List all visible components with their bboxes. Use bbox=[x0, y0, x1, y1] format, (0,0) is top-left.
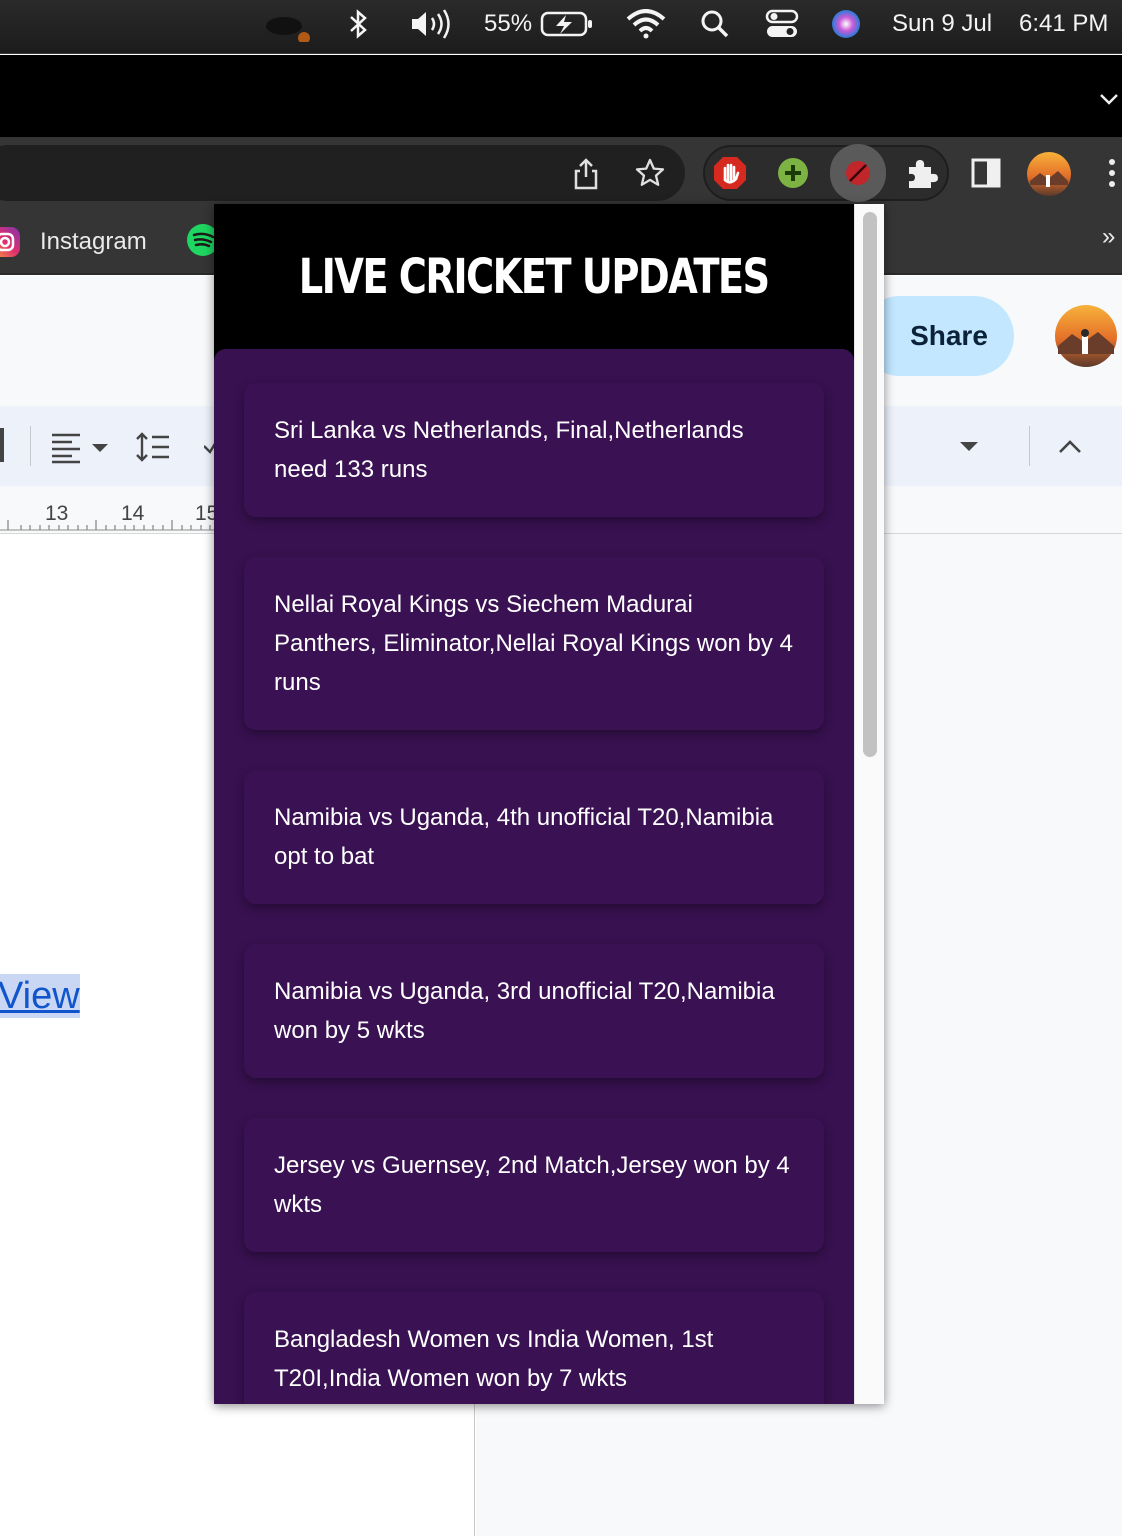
share-page-icon[interactable] bbox=[570, 157, 602, 191]
dropdown-arrow-icon[interactable] bbox=[958, 440, 980, 459]
siri-icon[interactable] bbox=[830, 0, 862, 48]
popup-scrollbar[interactable] bbox=[854, 204, 884, 1404]
cloud-status-icon[interactable] bbox=[262, 0, 314, 48]
document-link[interactable]: View bbox=[0, 974, 80, 1018]
add-extension-icon[interactable] bbox=[776, 156, 810, 190]
control-center-icon[interactable] bbox=[764, 0, 800, 48]
align-left-icon[interactable] bbox=[50, 432, 112, 469]
update-text: Namibia vs Uganda, 3rd unofficial T20,Na… bbox=[274, 978, 775, 1044]
update-text: Nellai Royal Kings vs Siechem Madurai Pa… bbox=[274, 591, 793, 696]
popup-header: LIVE CRICKET UPDATES bbox=[214, 204, 854, 349]
menubar-time[interactable]: 6:41 PM bbox=[1019, 0, 1108, 48]
side-panel-icon[interactable] bbox=[970, 157, 1002, 189]
extensions-puzzle-icon[interactable] bbox=[904, 156, 938, 190]
toolbar-edge-icon bbox=[0, 428, 4, 462]
update-text: Sri Lanka vs Netherlands, Final,Netherla… bbox=[274, 417, 744, 483]
bookmark-instagram[interactable]: Instagram bbox=[0, 225, 147, 259]
adblock-extension-icon[interactable] bbox=[712, 155, 748, 191]
instagram-icon bbox=[0, 227, 20, 257]
bookmark-instagram-label: Instagram bbox=[40, 228, 147, 255]
popup-title: LIVE CRICKET UPDATES bbox=[299, 248, 770, 305]
bluetooth-icon[interactable] bbox=[346, 0, 372, 48]
bookmarks-overflow[interactable]: » bbox=[1102, 223, 1115, 251]
browser-tab-strip bbox=[0, 55, 1122, 137]
wifi-icon[interactable] bbox=[626, 0, 666, 48]
update-card: Sri Lanka vs Netherlands, Final,Netherla… bbox=[244, 383, 824, 517]
updates-feed[interactable]: Sri Lanka vs Netherlands, Final,Netherla… bbox=[214, 349, 854, 1404]
browser-toolbar bbox=[0, 137, 1122, 209]
ruler-mark-14: 14 bbox=[121, 502, 145, 525]
share-button-label: Share bbox=[910, 320, 988, 351]
macos-menu-bar: 55% Sun 9 Jul 6:41 PM bbox=[0, 0, 1122, 54]
update-card: Namibia vs Uganda, 3rd unofficial T20,Na… bbox=[244, 944, 824, 1078]
battery-charging-icon[interactable] bbox=[540, 0, 594, 48]
tab-search-chevron-icon[interactable] bbox=[1098, 91, 1120, 112]
collapse-menus-icon[interactable] bbox=[1056, 436, 1084, 461]
browser-menu-kebab-icon[interactable] bbox=[1100, 155, 1122, 191]
ruler-ticks bbox=[0, 520, 214, 531]
spotlight-search-icon[interactable] bbox=[700, 0, 730, 48]
battery-percent: 55% bbox=[484, 10, 533, 37]
cricket-updates-popup: LIVE CRICKET UPDATES Sri Lanka vs Nether… bbox=[214, 204, 884, 1404]
cricket-extension-button[interactable] bbox=[830, 144, 886, 202]
update-text: Namibia vs Uganda, 4th unofficial T20,Na… bbox=[274, 804, 774, 870]
update-card: Nellai Royal Kings vs Siechem Madurai Pa… bbox=[244, 557, 824, 730]
cricket-ball-icon bbox=[846, 161, 870, 185]
popup-scrollbar-thumb[interactable] bbox=[863, 212, 877, 757]
toolbar-divider bbox=[1029, 426, 1030, 466]
toolbar-divider bbox=[30, 426, 31, 466]
update-card: Namibia vs Uganda, 4th unofficial T20,Na… bbox=[244, 770, 824, 904]
ruler-mark-13: 13 bbox=[45, 502, 69, 525]
docs-account-avatar[interactable] bbox=[1054, 304, 1118, 373]
bookmark-star-icon[interactable] bbox=[634, 157, 666, 189]
line-spacing-icon[interactable] bbox=[135, 430, 171, 469]
update-text: Bangladesh Women vs India Women, 1st T20… bbox=[274, 1326, 714, 1392]
menubar-date[interactable]: Sun 9 Jul bbox=[892, 0, 992, 48]
updates-list: Sri Lanka vs Netherlands, Final,Netherla… bbox=[214, 349, 854, 1404]
volume-icon[interactable] bbox=[408, 0, 454, 48]
update-card: Bangladesh Women vs India Women, 1st T20… bbox=[244, 1292, 824, 1404]
update-card: Jersey vs Guernsey, 2nd Match,Jersey won… bbox=[244, 1118, 824, 1252]
profile-avatar[interactable] bbox=[1026, 151, 1072, 197]
update-text: Jersey vs Guernsey, 2nd Match,Jersey won… bbox=[274, 1152, 790, 1218]
